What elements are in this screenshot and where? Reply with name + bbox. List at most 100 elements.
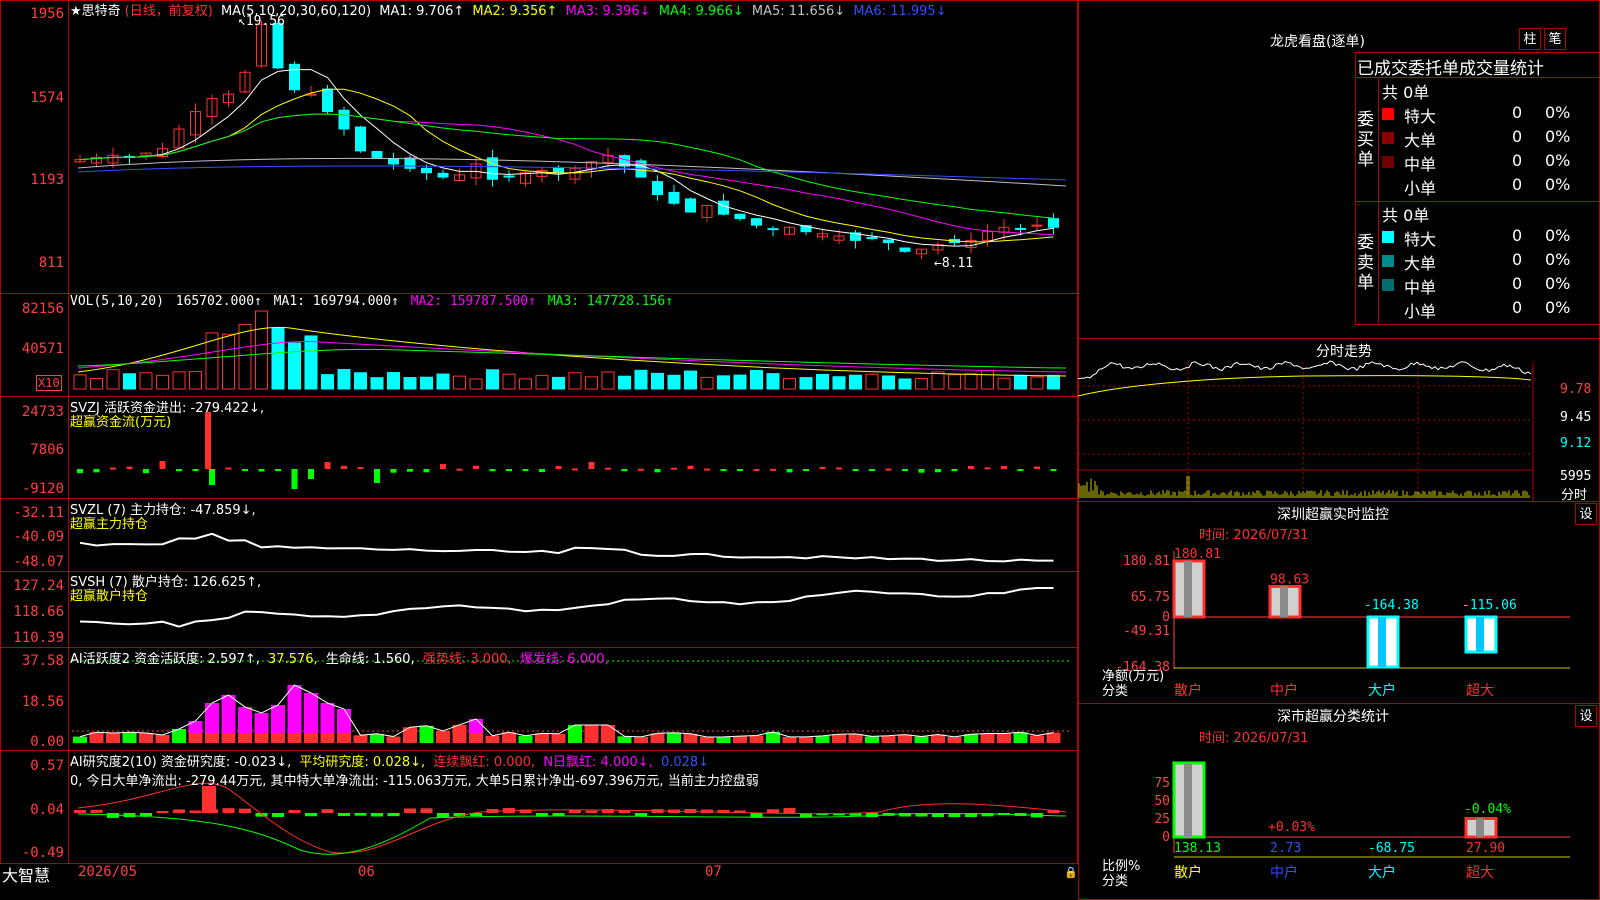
activity-bar-base — [304, 733, 318, 743]
sz-monitor-cat-3: 超大 — [1466, 683, 1494, 699]
x-axis-label-2: 06 — [358, 864, 375, 880]
research-bar — [272, 813, 284, 817]
tick-mode-button[interactable]: 笔 — [1544, 28, 1566, 50]
ai1-p2: 37.576, — [268, 652, 318, 667]
ma6-value: MA6: 11.995↓ — [853, 4, 947, 19]
sz-monitor-ytick: -49.31 — [1123, 624, 1170, 639]
volume-bar — [172, 371, 186, 390]
fund-flow-bar — [621, 469, 628, 472]
candle-body — [866, 237, 878, 240]
fund-flow-bar — [143, 469, 149, 474]
sell-row-s: 小单 0 0% — [1378, 297, 1570, 321]
volume-bar — [189, 371, 202, 390]
fund-flow-bar — [704, 468, 710, 471]
fund-flow-bar — [786, 469, 793, 473]
research-bar — [387, 813, 400, 817]
candle-body — [883, 239, 894, 244]
fund-flow-bar — [687, 465, 694, 469]
sz-monitor-cat-2: 大户 — [1368, 682, 1396, 699]
candle-body — [751, 218, 762, 226]
x-axis-label-1: 2026/05 — [78, 864, 138, 880]
candle-body — [652, 181, 663, 196]
fund-flow-bar — [225, 467, 232, 470]
activity-bar — [980, 733, 995, 743]
buy-row-m: 中单 0 0% — [1378, 150, 1570, 174]
volume-bar — [304, 335, 318, 390]
volume-bar — [139, 372, 153, 390]
candle-body — [437, 172, 449, 178]
fund-flow-bar — [423, 469, 430, 473]
kline-ytick-3: 1193 — [30, 172, 64, 188]
fund-flow-bar — [456, 468, 463, 471]
sz-class-bar-core — [1476, 818, 1484, 837]
activity-bar — [73, 736, 87, 743]
activity-bar — [1030, 735, 1044, 743]
lock-icon[interactable]: 🔒 — [1064, 866, 1078, 879]
activity-bar — [419, 725, 434, 743]
research-bar — [140, 813, 152, 817]
activity-bar — [551, 733, 566, 743]
volume-bar — [948, 374, 961, 390]
volume-bar — [882, 375, 895, 390]
sz-class-ytick: 0 — [1162, 830, 1170, 845]
volume-bar — [981, 369, 994, 390]
volume-bar — [420, 376, 433, 390]
candle-body — [322, 88, 333, 113]
volume-bar — [783, 377, 796, 390]
research-bar — [618, 810, 631, 813]
fund-flow-bar — [918, 469, 925, 473]
activity-bar-base — [238, 733, 252, 743]
buy-label: 委买单 — [1357, 110, 1374, 170]
candle-body — [338, 109, 350, 130]
fund-flow-bar — [110, 467, 116, 470]
svsh-ytick-2: 118.66 — [13, 604, 64, 620]
volume-bar — [964, 373, 978, 390]
bar-mode-button[interactable]: 柱 — [1519, 28, 1541, 50]
kline-ytick-2: 1574 — [30, 90, 64, 106]
buy-xl-swatch — [1382, 108, 1394, 120]
research-bar — [354, 813, 367, 816]
research-bar — [239, 808, 251, 813]
activity-bar — [667, 732, 681, 743]
volume-bar — [387, 372, 400, 390]
activity-bar — [535, 733, 549, 743]
ma2-line — [79, 88, 1054, 243]
buy-row-s: 小单 0 0% — [1378, 174, 1570, 198]
volume-bar — [750, 369, 763, 390]
svzl-sub: 超赢主力持仓 — [70, 517, 149, 532]
sz-monitor-bar-core — [1184, 561, 1192, 617]
ai1-p3: 生命线: 1.560, — [325, 652, 415, 667]
vol-ytick-2: 40571 — [21, 341, 64, 357]
ai2-p3: 连续飘红: 0.000, — [433, 755, 536, 770]
research-bar — [420, 808, 433, 813]
volume-bar — [651, 372, 664, 390]
activity-bar — [584, 725, 599, 743]
activity-bar — [155, 735, 170, 743]
fund-flow-bar — [324, 462, 331, 469]
buy-row-l: 大单 0 0% — [1378, 126, 1570, 150]
kline-header: ★思特奇 (日线，前复权) MA(5,10,20,30,60,120) MA1: … — [70, 0, 951, 19]
ai2-p5: 0.028↓ — [660, 755, 710, 770]
ma3-line — [79, 113, 1054, 236]
vol-ma3: MA3: 147728.156↑ — [547, 294, 674, 309]
volume-bar — [238, 323, 252, 390]
ma4-value: MA4: 9.966↓ — [658, 4, 744, 19]
candle-body — [1048, 218, 1059, 228]
activity-bar — [782, 736, 797, 743]
buy-s-swatch — [1382, 180, 1394, 192]
ai2-p1: AI研究度2(10) 资金研究度: -0.023↓, — [70, 755, 292, 770]
brand-label: 大智慧 — [2, 866, 51, 885]
fund-flow-bar — [1034, 466, 1040, 469]
sz-class-cat-0: 散户 — [1174, 864, 1202, 881]
activity-bar-base — [320, 733, 335, 743]
intraday-chart-svg — [1078, 360, 1534, 502]
volume-bar — [601, 371, 615, 390]
research-bar — [90, 809, 103, 813]
volume-bar — [354, 372, 367, 390]
candle-body — [421, 167, 432, 174]
volume-bar — [255, 310, 268, 390]
fund-flow-bar — [935, 469, 941, 473]
fund-flow-bar — [555, 466, 562, 469]
fund-flow-bar — [275, 469, 281, 471]
sz-monitor-ytick: 0 — [1162, 610, 1170, 625]
